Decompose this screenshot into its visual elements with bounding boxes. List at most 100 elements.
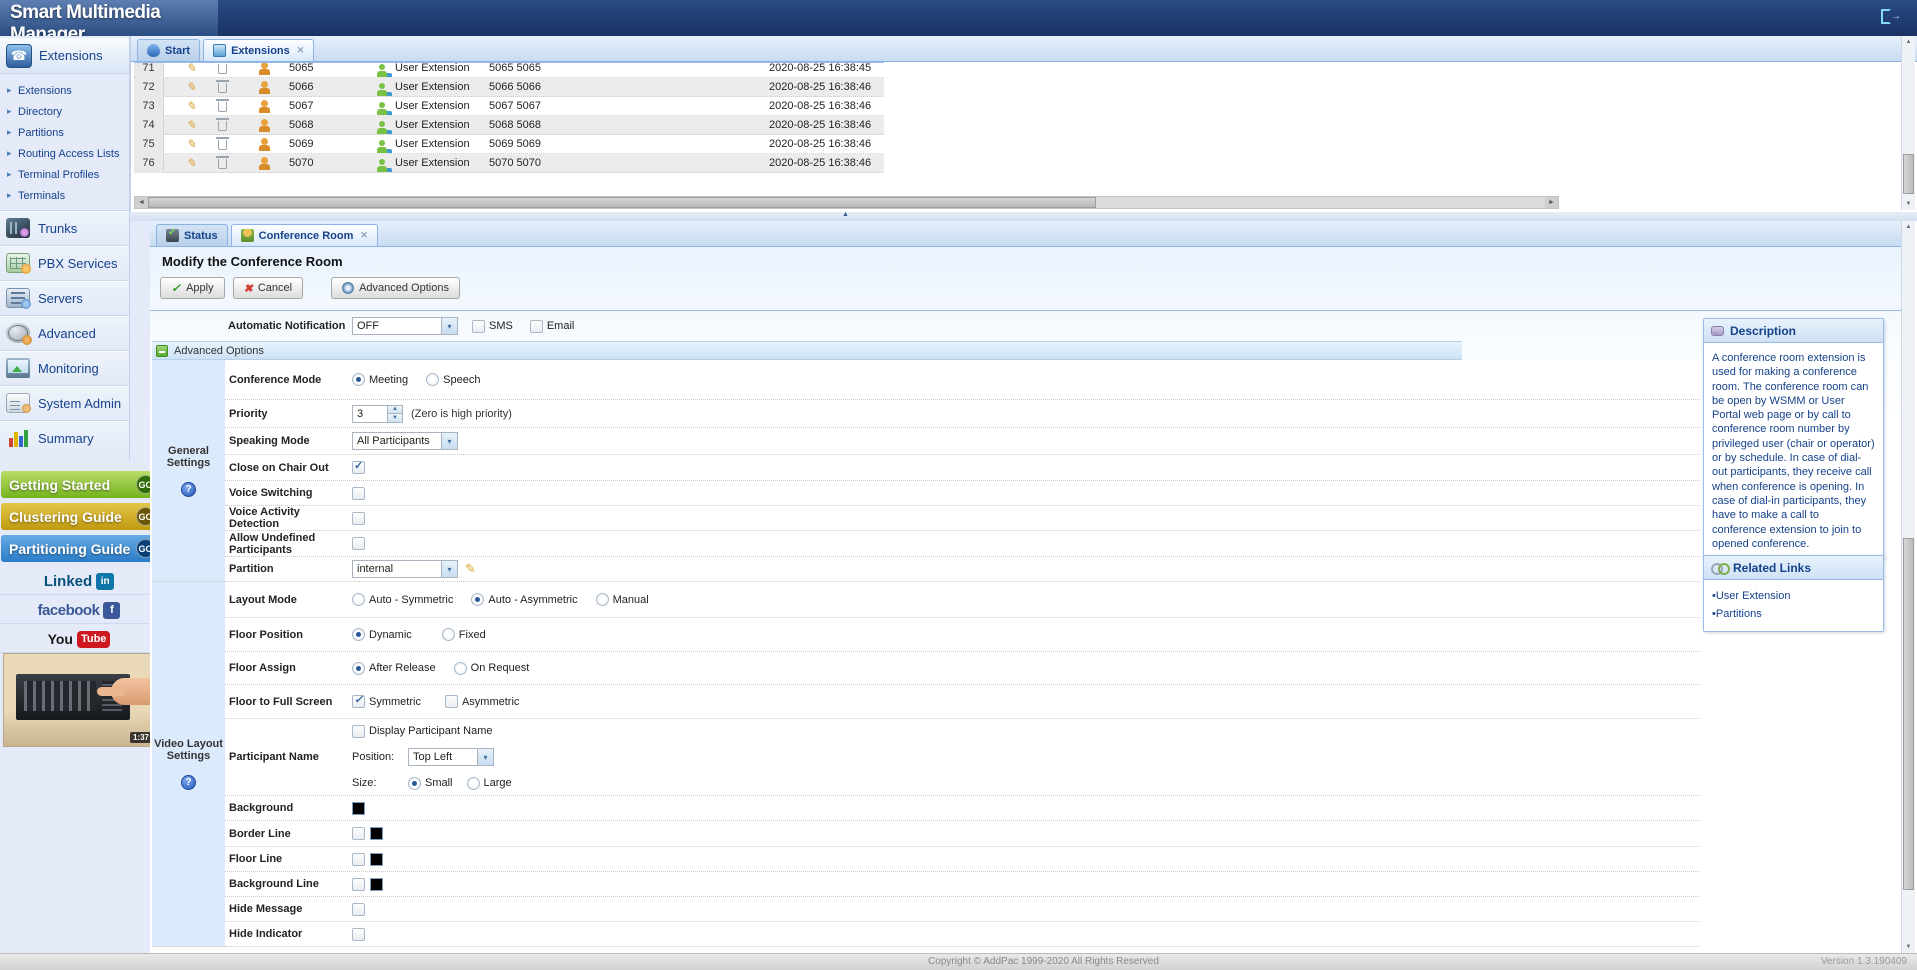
floor-line-color-swatch[interactable] — [370, 853, 383, 866]
scrollbar-thumb[interactable] — [148, 197, 1096, 208]
scrollbar-thumb[interactable] — [1903, 538, 1914, 890]
scroll-right-arrow[interactable] — [1545, 197, 1558, 208]
sidebar-item-partitions[interactable]: Partitions — [0, 122, 129, 143]
user-edit-icon[interactable] — [258, 116, 271, 135]
sidebar-item-directory[interactable]: Directory — [0, 101, 129, 122]
chevron-down-icon[interactable] — [477, 749, 493, 765]
sidebar-section-summary[interactable]: Summary — [0, 420, 129, 455]
user-edit-icon[interactable] — [258, 78, 271, 97]
help-icon[interactable] — [181, 482, 196, 497]
logout-icon[interactable] — [1881, 8, 1899, 26]
edit-icon[interactable] — [186, 154, 199, 173]
delete-icon[interactable] — [218, 116, 227, 135]
hide-indicator-checkbox[interactable] — [352, 928, 365, 941]
automatic-notification-select[interactable]: OFF — [352, 317, 458, 335]
chevron-down-icon[interactable] — [441, 433, 457, 449]
email-checkbox[interactable]: Email — [530, 320, 575, 333]
close-icon[interactable] — [360, 230, 368, 241]
delete-icon[interactable] — [218, 154, 227, 173]
edit-icon[interactable] — [186, 97, 199, 116]
edit-icon[interactable] — [186, 116, 199, 135]
delete-icon[interactable] — [218, 63, 227, 78]
scroll-down-arrow[interactable] — [1902, 941, 1915, 953]
sidebar-section-pbx-services[interactable]: PBX Services — [0, 245, 129, 280]
getting-started-banner[interactable]: Getting StartedGO — [1, 471, 158, 498]
chevron-down-icon[interactable] — [441, 561, 457, 577]
scroll-up-arrow[interactable] — [1902, 36, 1915, 48]
advanced-options-section-header[interactable]: Advanced Options — [152, 341, 1462, 360]
top-vertical-scrollbar[interactable] — [1901, 36, 1915, 210]
background-line-checkbox[interactable] — [352, 878, 365, 891]
cancel-button[interactable]: Cancel — [233, 277, 303, 299]
video-thumbnail[interactable]: 1:37 — [3, 653, 156, 747]
radio-small[interactable]: Small — [408, 777, 453, 790]
user-edit-icon[interactable] — [258, 97, 271, 116]
user-edit-icon[interactable] — [258, 63, 271, 78]
delete-icon[interactable] — [218, 97, 227, 116]
table-row[interactable]: 72 5066 User Extension 5066 5066 2020-08… — [134, 78, 884, 97]
radio-auto-asymmetric[interactable]: Auto - Asymmetric — [471, 593, 577, 606]
radio-auto-symmetric[interactable]: Auto - Symmetric — [352, 593, 453, 606]
partitioning-guide-banner[interactable]: Partitioning GuideGO — [1, 535, 158, 562]
edit-partition-icon[interactable] — [465, 561, 476, 577]
sidebar-item-terminals[interactable]: Terminals — [0, 185, 129, 206]
edit-icon[interactable] — [186, 78, 199, 97]
delete-icon[interactable] — [218, 135, 227, 154]
sidebar-root-extensions[interactable]: Extensions — [0, 38, 129, 74]
sidebar-section-advanced[interactable]: Advanced — [0, 315, 129, 350]
close-icon[interactable] — [297, 45, 305, 56]
chevron-down-icon[interactable] — [441, 318, 457, 334]
partition-select[interactable]: internal — [352, 560, 458, 578]
scroll-down-arrow[interactable] — [1902, 198, 1915, 210]
tab-start[interactable]: Start — [137, 39, 200, 61]
table-row[interactable]: 76 5070 User Extension 5070 5070 2020-08… — [134, 154, 884, 173]
spin-down-icon[interactable] — [388, 413, 402, 422]
priority-stepper[interactable]: 3 — [352, 405, 403, 423]
symmetric-checkbox[interactable]: Symmetric — [352, 695, 421, 708]
radio-manual[interactable]: Manual — [596, 593, 649, 606]
clustering-guide-banner[interactable]: Clustering GuideGO — [1, 503, 158, 530]
asymmetric-checkbox[interactable]: Asymmetric — [445, 695, 519, 708]
youtube-link[interactable]: YouTube — [0, 626, 158, 653]
tab-conference-room[interactable]: Conference Room — [231, 224, 378, 246]
sidebar-section-system-admin[interactable]: System Admin — [0, 385, 129, 420]
radio-dynamic[interactable]: Dynamic — [352, 628, 412, 641]
background-color-swatch[interactable] — [352, 802, 365, 815]
facebook-link[interactable]: facebookf — [0, 597, 158, 624]
user-edit-icon[interactable] — [258, 154, 271, 173]
collapse-arrow-icon[interactable] — [842, 211, 849, 218]
table-row[interactable]: 75 5069 User Extension 5069 5069 2020-08… — [134, 135, 884, 154]
bottom-vertical-scrollbar[interactable] — [1901, 221, 1915, 953]
border-line-color-swatch[interactable] — [370, 827, 383, 840]
sidebar-section-monitoring[interactable]: Monitoring — [0, 350, 129, 385]
sms-checkbox[interactable]: SMS — [472, 320, 513, 333]
sidebar-item-routing-access-lists[interactable]: Routing Access Lists — [0, 143, 129, 164]
radio-meeting[interactable]: Meeting — [352, 373, 408, 386]
delete-icon[interactable] — [218, 78, 227, 97]
collapse-minus-icon[interactable] — [156, 345, 168, 357]
radio-fixed[interactable]: Fixed — [442, 628, 486, 641]
related-link-user-extension[interactable]: User Extension — [1712, 588, 1875, 606]
scrollbar-thumb[interactable] — [1903, 154, 1914, 194]
voice-activity-detection-checkbox[interactable] — [352, 512, 365, 525]
table-row[interactable]: 74 5068 User Extension 5068 5068 2020-08… — [134, 116, 884, 135]
table-row[interactable]: 71 5065 User Extension 5065 5065 2020-08… — [134, 63, 884, 78]
spin-up-icon[interactable] — [388, 406, 402, 414]
horizontal-scrollbar[interactable] — [134, 196, 1559, 209]
scroll-up-arrow[interactable] — [1902, 221, 1915, 233]
linkedin-link[interactable]: Linkedin — [0, 568, 158, 595]
radio-on-request[interactable]: On Request — [454, 662, 530, 675]
apply-button[interactable]: Apply — [160, 277, 225, 299]
tab-status[interactable]: Status — [156, 224, 228, 246]
table-row[interactable]: 73 5067 User Extension 5067 5067 2020-08… — [134, 97, 884, 116]
radio-large[interactable]: Large — [467, 777, 512, 790]
sidebar-item-terminal-profiles[interactable]: Terminal Profiles — [0, 164, 129, 185]
speaking-mode-select[interactable]: All Participants — [352, 432, 458, 450]
border-line-checkbox[interactable] — [352, 827, 365, 840]
pane-splitter[interactable] — [130, 212, 1917, 221]
floor-line-checkbox[interactable] — [352, 853, 365, 866]
voice-switching-checkbox[interactable] — [352, 487, 365, 500]
scroll-left-arrow[interactable] — [135, 197, 148, 208]
radio-speech[interactable]: Speech — [426, 373, 480, 386]
display-participant-name-checkbox[interactable]: Display Participant Name — [352, 718, 530, 744]
